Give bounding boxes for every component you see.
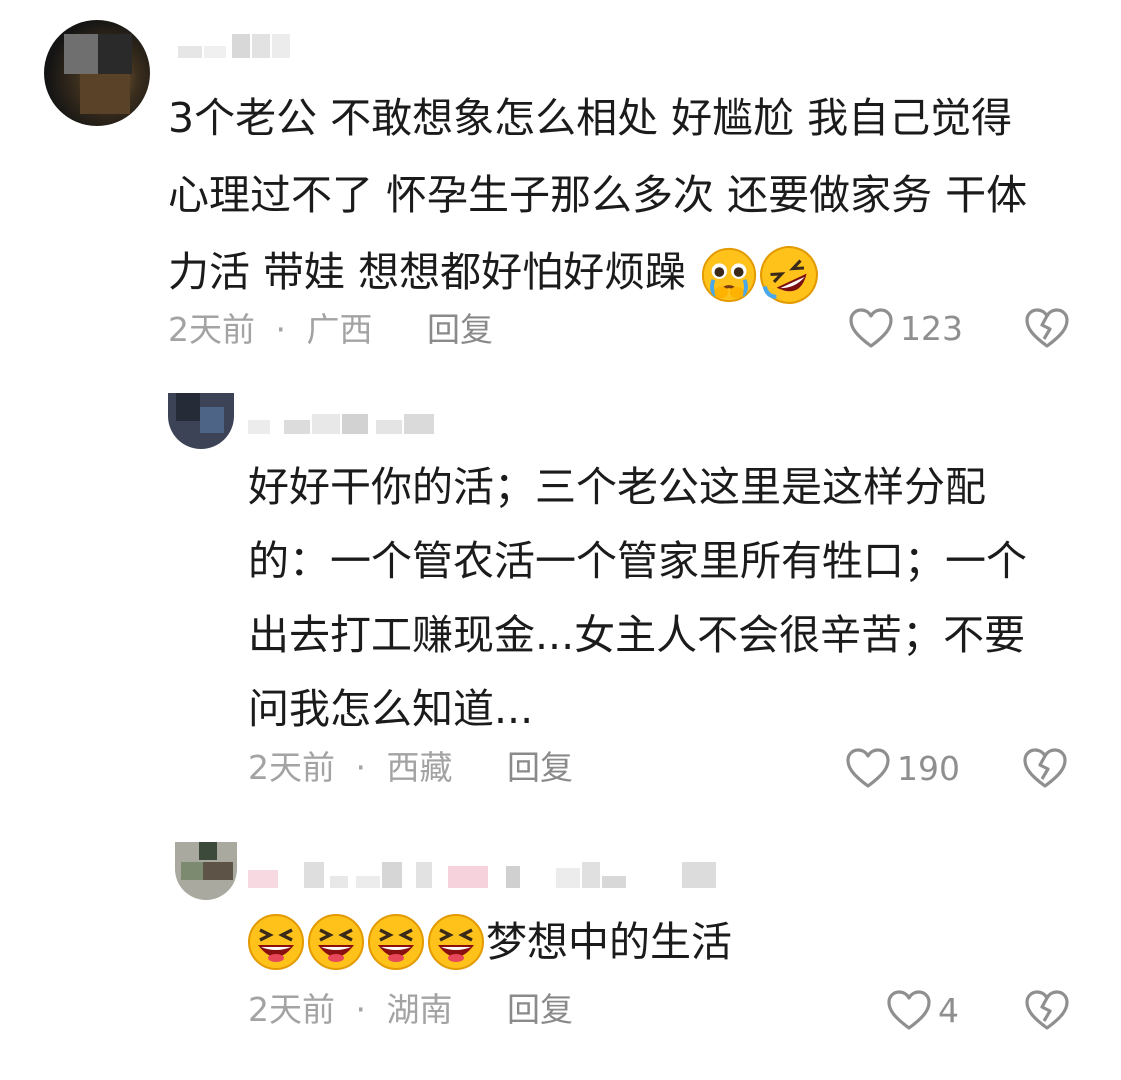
avatar[interactable] bbox=[44, 20, 150, 126]
like-count: 4 bbox=[938, 990, 959, 1030]
grinning-squinting-face-icon bbox=[368, 914, 424, 970]
username-blurred[interactable] bbox=[178, 34, 290, 60]
heart-outline-icon bbox=[846, 748, 890, 788]
comment-time: 2天前 bbox=[248, 748, 335, 787]
comment-meta: 2天前 · 广西 回复 bbox=[168, 313, 493, 346]
heart-outline-icon bbox=[849, 308, 893, 348]
like-button[interactable]: 4 bbox=[886, 989, 959, 1031]
like-button[interactable]: 190 bbox=[845, 747, 960, 789]
meta-separator: · bbox=[355, 990, 367, 1029]
broken-heart-icon[interactable] bbox=[1024, 307, 1070, 349]
rolling-laughing-face-icon bbox=[760, 246, 819, 304]
grinning-squinting-face-icon bbox=[308, 914, 364, 970]
grinning-squinting-face-icon bbox=[428, 914, 484, 970]
avatar[interactable] bbox=[175, 842, 237, 900]
emoji-group bbox=[246, 914, 486, 970]
username-blurred[interactable] bbox=[248, 862, 718, 888]
comment-text: 梦想中的生活 bbox=[246, 905, 1066, 976]
emoji-group bbox=[700, 246, 820, 304]
broken-heart-icon[interactable] bbox=[1024, 989, 1070, 1031]
heart-outline-icon bbox=[887, 990, 931, 1030]
comment-time: 2天前 bbox=[168, 310, 255, 349]
like-count: 190 bbox=[897, 748, 960, 788]
like-count: 123 bbox=[900, 308, 963, 348]
like-button[interactable]: 123 bbox=[848, 307, 963, 349]
meta-separator: · bbox=[355, 748, 367, 787]
broken-heart-icon[interactable] bbox=[1022, 747, 1068, 789]
avatar[interactable] bbox=[168, 393, 234, 449]
comment-location: 西藏 bbox=[386, 748, 453, 787]
comment-time: 2天前 bbox=[248, 990, 335, 1029]
comment-meta: 2天前 · 西藏 回复 bbox=[248, 751, 573, 784]
comment-body: 3个老公 不敢想象怎么相处 好尴尬 我自己觉得 心理过不了 怀孕生子那么多次 还… bbox=[168, 94, 1028, 296]
reply-button[interactable]: 回复 bbox=[507, 748, 573, 787]
reply-button[interactable]: 回复 bbox=[427, 310, 493, 349]
comment-location: 广西 bbox=[306, 310, 373, 349]
meta-separator: · bbox=[275, 310, 287, 349]
username-blurred[interactable] bbox=[248, 410, 438, 436]
comment-meta: 2天前 · 湖南 回复 bbox=[248, 993, 573, 1026]
comment-text: 好好干你的活；三个老公这里是这样分配 的：一个管农活一个管家里所有牲口；一个 出… bbox=[248, 463, 1027, 733]
grinning-squinting-face-icon bbox=[248, 914, 304, 970]
pleading-crying-face-icon bbox=[702, 247, 757, 303]
comment-location: 湖南 bbox=[386, 990, 453, 1029]
comment-text: 3个老公 不敢想象怎么相处 好尴尬 我自己觉得 心理过不了 怀孕生子那么多次 还… bbox=[168, 80, 1068, 311]
reply-button[interactable]: 回复 bbox=[507, 990, 573, 1029]
comment-body: 梦想中的生活 bbox=[486, 918, 732, 966]
